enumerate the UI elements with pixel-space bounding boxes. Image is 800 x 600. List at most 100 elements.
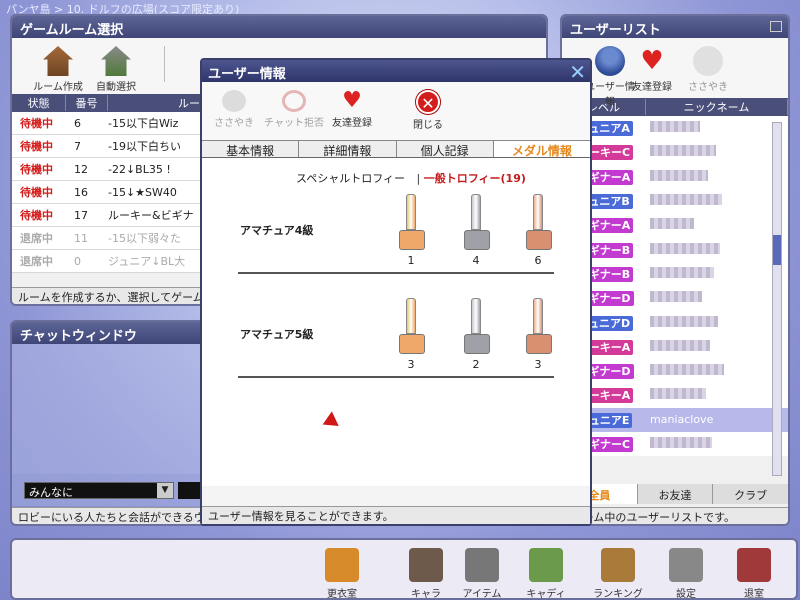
user-list-title-text: ユーザーリスト — [570, 23, 661, 38]
user-scrollbar[interactable] — [772, 122, 782, 476]
user-nickname — [646, 145, 788, 159]
user-row[interactable]: ジュニアE maniaclove — [562, 407, 788, 432]
user-nickname — [646, 437, 788, 451]
ranking-button[interactable]: ランキング — [592, 548, 644, 600]
trophy-count: 6 — [534, 254, 542, 267]
room-status: 待機中 — [20, 186, 53, 199]
user-row[interactable]: ビギナーB — [562, 262, 788, 286]
trophy-filter: スペシャルトロフィー | 一般トロフィー(19) — [296, 172, 526, 185]
dialog-whisper-label: ささやき — [214, 118, 254, 129]
room-number: 7 — [74, 139, 81, 153]
dialog-add-friend-button[interactable]: ♥ 友達登録 — [326, 88, 378, 130]
user-row[interactable]: ジュニアD — [562, 310, 788, 334]
block-chat-button[interactable]: チャット拒否 — [264, 88, 324, 129]
dialog-whisper-button[interactable]: ささやき — [208, 88, 260, 129]
user-row[interactable]: ビギナーD — [562, 286, 788, 310]
dialog-close-button[interactable]: ✕ 閉じる — [402, 88, 454, 131]
settings-icon — [669, 548, 703, 582]
ranking-icon — [601, 548, 635, 582]
scrollbar-thumb[interactable] — [773, 235, 781, 265]
tab-personal-record[interactable]: 個人記録 — [397, 141, 494, 158]
caddie-button[interactable]: キャディ — [520, 548, 572, 600]
user-list-status: /ゲーム中のユーザーリストです。 — [562, 507, 788, 524]
room-number: 12 — [74, 162, 88, 176]
user-row[interactable]: ジュニアA — [562, 116, 788, 140]
user-row[interactable]: ジュニアB — [562, 189, 788, 213]
settings-label: 設定 — [676, 589, 696, 600]
caddie-icon — [529, 548, 563, 582]
user-nickname — [646, 364, 788, 378]
blurred-nickname — [650, 291, 702, 303]
close-circle-icon: ✕ — [416, 90, 440, 114]
tab-friends[interactable]: お友達 — [636, 484, 713, 504]
chat-target-select[interactable]: みんなに ▼ — [24, 482, 174, 499]
user-row[interactable]: ビギナーD — [562, 359, 788, 383]
exit-button[interactable]: 退室 — [728, 548, 780, 598]
user-row[interactable]: ルーキーC — [562, 140, 788, 164]
no-chat-icon — [282, 90, 306, 112]
blurred-nickname — [650, 437, 712, 448]
whisper-button[interactable]: ささやき — [682, 44, 734, 93]
user-nickname — [646, 339, 788, 354]
settings-button[interactable]: 設定 — [660, 548, 712, 600]
user-row[interactable]: ビギナーB — [562, 237, 788, 261]
user-row[interactable]: ルーキーA — [562, 335, 788, 359]
dressing-room-icon — [325, 548, 359, 582]
whisper-label: ささやき — [688, 82, 728, 93]
room-status: 待機中 — [20, 209, 53, 222]
dialog-status-text: ユーザー情報を見ることができます。 — [202, 506, 590, 524]
create-room-button[interactable]: ルーム作成 — [32, 44, 84, 93]
add-friend-button[interactable]: ♥ 友達登録 — [626, 44, 678, 93]
blurred-nickname — [650, 388, 706, 400]
user-list-title: ユーザーリスト — [562, 16, 788, 38]
blurred-nickname — [650, 145, 716, 157]
filter-special[interactable]: スペシャルトロフィー — [296, 172, 405, 185]
ranking-label: ランキング — [593, 589, 643, 600]
room-status: 退席中 — [20, 232, 53, 245]
room-status: 待機中 — [20, 163, 53, 176]
tab-club[interactable]: クラブ — [712, 484, 788, 504]
item-button[interactable]: アイテム — [456, 548, 508, 598]
trophy-count: 4 — [472, 254, 480, 267]
room-status: 待機中 — [20, 117, 53, 130]
user-nickname — [646, 388, 788, 402]
user-list-tabs: 全員 お友達 クラブ — [562, 484, 788, 504]
room-number: 16 — [74, 185, 88, 199]
close-icon[interactable]: ✕ — [569, 60, 586, 84]
filter-general[interactable]: 一般トロフィー(19) — [424, 172, 526, 185]
bronze-trophy-icon — [526, 298, 552, 356]
room-status: 待機中 — [20, 140, 53, 153]
tab-detail-info[interactable]: 詳細情報 — [299, 141, 397, 158]
trophy-count: 2 — [472, 358, 480, 371]
dialog-title-bar: ユーザー情報 ✕ — [202, 60, 590, 84]
character-button[interactable]: キャラ — [400, 548, 452, 600]
bottom-menu: 更衣室 キャラ アイテム キャディ ランキング 設定 退室 — [10, 538, 798, 600]
gold-trophy-icon — [399, 298, 425, 356]
tab-basic-info[interactable]: 基本情報 — [202, 141, 300, 158]
hearts-icon: ♥ — [640, 46, 664, 76]
minimize-icon[interactable] — [770, 21, 782, 32]
exit-icon — [737, 548, 771, 582]
tab-medal-info[interactable]: メダル情報 — [493, 141, 590, 158]
room-number: 11 — [74, 231, 88, 245]
user-row[interactable]: ルーキーA — [562, 383, 788, 407]
col-status: 状態 — [12, 95, 66, 111]
user-row[interactable]: ビギナーA — [562, 213, 788, 237]
user-row[interactable]: ビギナーC — [562, 432, 788, 456]
dialog-add-friend-label: 友達登録 — [332, 118, 372, 129]
chevron-down-icon[interactable]: ▼ — [157, 483, 173, 498]
auto-select-button[interactable]: 自動選択 — [90, 44, 142, 93]
dressing-room-button[interactable]: 更衣室 — [316, 548, 368, 598]
chat-target-value: みんなに — [29, 486, 73, 499]
trophy-count: 3 — [534, 358, 542, 371]
room-status: 退席中 — [20, 255, 53, 268]
room-panel-title: ゲームルーム選択 — [12, 16, 546, 38]
caddie-label: キャディ — [526, 589, 566, 600]
blurred-nickname — [650, 242, 720, 254]
user-list-panel: ユーザーリスト ユーザー情報 ♥ 友達登録 ささやき レベル ニックネーム ジュ… — [560, 14, 790, 526]
user-nickname — [646, 315, 788, 330]
user-row[interactable]: ビギナーA — [562, 165, 788, 189]
blurred-nickname — [650, 121, 700, 133]
blurred-nickname — [650, 266, 714, 278]
character-label: キャラ — [411, 589, 441, 600]
